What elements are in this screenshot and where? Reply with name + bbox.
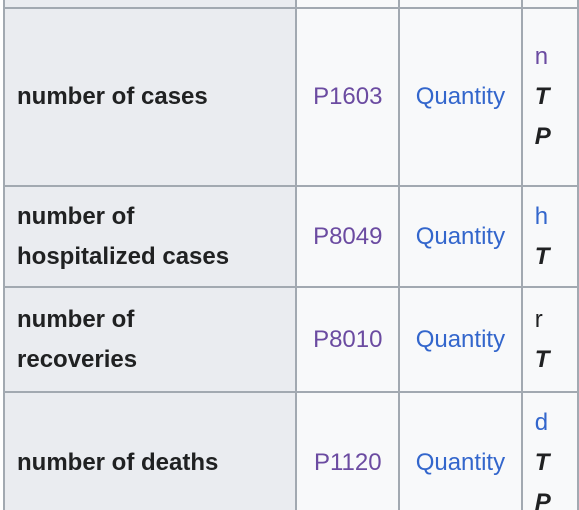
properties-table: number of cases P1603 Quantity n T P num… xyxy=(2,0,579,510)
description-link[interactable]: n xyxy=(535,37,576,77)
properties-table-viewport: number of cases P1603 Quantity n T P num… xyxy=(0,0,579,510)
property-label-line: recoveries xyxy=(17,345,138,373)
description-text: T xyxy=(534,242,550,270)
property-id-link[interactable]: P8010 xyxy=(313,326,382,353)
label-cell xyxy=(2,0,298,9)
property-label: number of cases xyxy=(2,7,298,187)
description-text: P xyxy=(534,123,551,150)
property-id-cell: P8049 xyxy=(295,185,401,288)
description-cell: d T P xyxy=(520,391,579,510)
table-row: number of cases P1603 Quantity n T P xyxy=(2,7,579,187)
table-row: number of recoveries P8010 Quantity r T xyxy=(2,286,579,393)
property-label: number of deaths xyxy=(2,391,298,510)
property-label-text: number of cases xyxy=(17,83,208,110)
datatype-cell: Quantity xyxy=(398,391,523,510)
property-label-text: number of deaths xyxy=(17,449,219,476)
description-text: T xyxy=(534,449,550,476)
datatype-cell: Quantity xyxy=(398,185,523,288)
property-id-link[interactable]: P1603 xyxy=(313,83,382,110)
datatype-cell: Quantity xyxy=(398,7,523,187)
property-label-line: hospitalized cases xyxy=(17,242,230,270)
description-cell xyxy=(520,0,579,9)
property-id-cell: P8010 xyxy=(295,286,401,393)
description-link[interactable]: h xyxy=(535,197,576,237)
description-cell: h T xyxy=(520,185,579,288)
datatype-cell xyxy=(398,0,523,9)
description-text: T xyxy=(534,345,550,373)
description-link[interactable]: d xyxy=(535,403,576,443)
property-id-link[interactable]: P8049 xyxy=(313,223,382,250)
description-text: P xyxy=(534,489,551,510)
description-text: r xyxy=(534,305,543,333)
property-id-link[interactable]: P1120 xyxy=(314,449,382,476)
table-row: number of hospitalized cases P8049 Quant… xyxy=(2,185,579,288)
datatype-cell: Quantity xyxy=(398,286,523,393)
description-cell: r T xyxy=(520,286,579,393)
property-id-cell xyxy=(295,0,401,9)
table-row: number of deaths P1120 Quantity d T P xyxy=(2,391,579,510)
property-id-cell: P1120 xyxy=(295,391,401,510)
description-text: T xyxy=(534,83,550,110)
datatype-link[interactable]: Quantity xyxy=(416,223,505,250)
property-label-line: number of xyxy=(17,305,135,333)
description-cell: n T P xyxy=(520,7,579,187)
property-label-line: number of xyxy=(17,202,135,230)
datatype-link[interactable]: Quantity xyxy=(416,83,505,110)
datatype-link[interactable]: Quantity xyxy=(416,326,505,353)
property-id-cell: P1603 xyxy=(295,7,401,187)
property-label: number of hospitalized cases xyxy=(2,185,298,288)
table-row-previous-partial xyxy=(2,0,579,9)
property-label: number of recoveries xyxy=(2,286,298,393)
datatype-link[interactable]: Quantity xyxy=(416,449,505,476)
